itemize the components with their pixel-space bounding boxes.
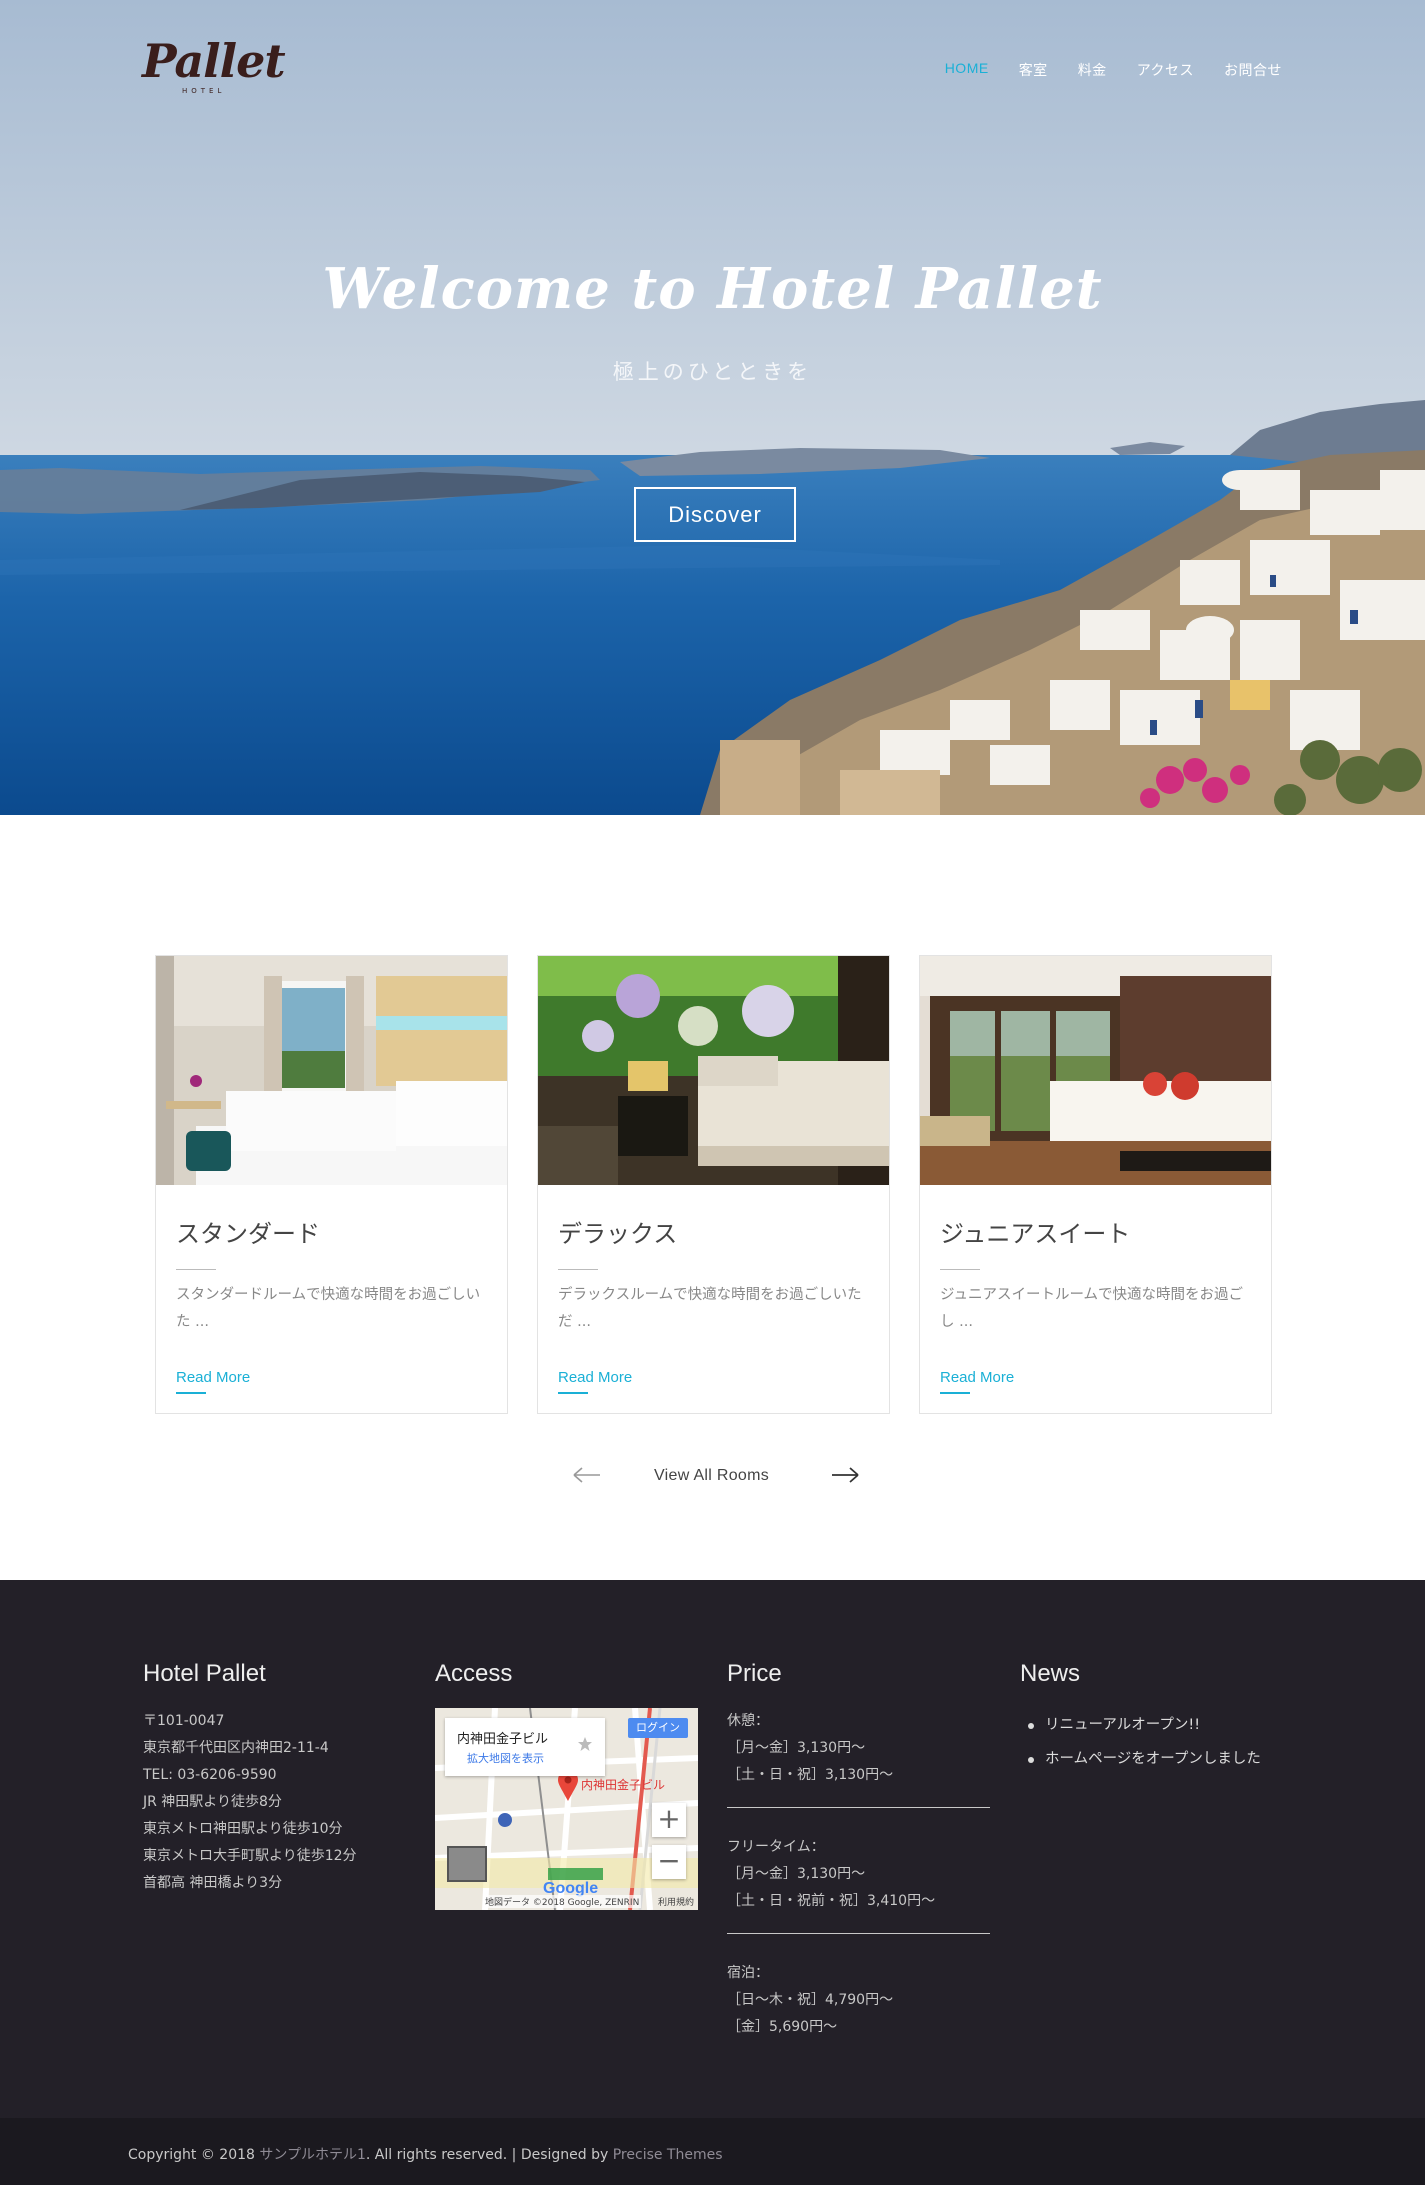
star-icon[interactable] [577,1736,593,1752]
hero-background-image [0,0,1425,815]
arrow-right-icon[interactable] [828,1460,862,1490]
price-row: ［土・日・祝前・祝］3,410円〜 [727,1893,936,1909]
room-photo-deluxe[interactable] [538,956,889,1185]
price-row: ［月〜金］3,130円〜 [727,1866,866,1882]
rooms-pager: View All Rooms [560,1460,870,1490]
divider [176,1269,216,1270]
link-underline [558,1392,588,1394]
footer-news: News リニューアルオープン!! ホームページをオープンしました [1020,1660,1261,1776]
copyright-text: Copyright © 2018 サンプルホテル1. All rights re… [128,2144,723,2164]
zoom-out-icon[interactable]: − [652,1845,686,1879]
room-description: デラックスルームで快適な時間をお過ごしいただ ... [558,1287,862,1330]
divider [558,1269,598,1270]
map-info-card: 内神田金子ビル 拡大地図を表示 [445,1718,605,1776]
zoom-in-icon[interactable]: + [652,1803,686,1837]
discover-button[interactable]: Discover [634,487,796,542]
view-all-rooms-link[interactable]: View All Rooms [654,1467,769,1485]
room-name: デラックス [558,1220,678,1248]
room-description: ジュニアスイートルームで快適な時間をお過ごし ... [940,1287,1244,1330]
hotel-logo[interactable]: Pallet HOTEL [142,34,286,100]
site-name-link[interactable]: サンプルホテル1 [259,2147,366,2163]
footer-price: Price 休憩： ［月〜金］3,130円〜 ［土・日・祝］3,130円〜 フリ… [727,1660,990,2059]
direction-line: JR 神田駅より徒歩8分 [143,1794,282,1810]
hero-subtitle: 極上のひとときを [612,360,813,384]
footer-news-title: News [1020,1660,1081,1687]
hero-banner: Pallet HOTEL HOME 客室 料金 アクセス お問合せ Welcom… [0,0,1425,815]
map-terms-link[interactable]: 利用規約 [658,1895,694,1908]
logo-text: Pallet [142,34,286,88]
link-underline [940,1392,970,1394]
price-row: ［土・日・祝］3,130円〜 [727,1767,894,1783]
direction-line: 首都高 神田橋より3分 [143,1875,283,1891]
nav-contact[interactable]: お問合せ [1224,60,1282,80]
address: 東京都千代田区内神田2-11-4 [143,1740,329,1756]
nav-price[interactable]: 料金 [1078,60,1107,80]
footer-about-title: Hotel Pallet [143,1660,266,1687]
logo-subtext: HOTEL [182,87,226,95]
room-card-deluxe[interactable]: デラックス デラックスルームで快適な時間をお過ごしいただ ... Read Mo… [537,955,890,1414]
main-nav: HOME 客室 料金 アクセス お問合せ [945,60,1282,80]
direction-line: 東京メトロ大手町駅より徒歩12分 [143,1848,357,1864]
read-more-link[interactable]: Read More [940,1369,1014,1386]
read-more-link[interactable]: Read More [558,1369,632,1386]
nav-access[interactable]: アクセス [1137,60,1194,80]
direction-line: 東京メトロ神田駅より徒歩10分 [143,1821,343,1837]
divider [727,1933,990,1934]
divider [940,1269,980,1270]
map-login-button[interactable]: ログイン [628,1718,688,1738]
phone: TEL: 03-6206-9590 [143,1767,277,1783]
room-card-junior-suite[interactable]: ジュニアスイート ジュニアスイートルームで快適な時間をお過ごし ... Read… [919,955,1272,1414]
price-block-freetime: フリータイム： ［月〜金］3,130円〜 ［土・日・祝前・祝］3,410円〜 [727,1834,990,1915]
access-map[interactable]: 内神田金子ビル 内神田金子ビル 拡大地図を表示 ログイン + − Google … [435,1708,698,1910]
postal-code: 〒101-0047 [143,1713,225,1729]
map-place-name: 内神田金子ビル [457,1732,549,1747]
hero-title: Welcome to Hotel Pallet [322,256,1103,322]
footer-price-title: Price [727,1660,782,1687]
room-card-standard[interactable]: スタンダード スタンダードルームで快適な時間をお過ごしいた ... Read M… [155,955,508,1414]
room-description: スタンダードルームで快適な時間をお過ごしいた ... [176,1287,481,1330]
footer-about: Hotel Pallet 〒101-0047 東京都千代田区内神田2-11-4 … [143,1660,357,1897]
news-item[interactable]: ホームページをオープンしました [1020,1742,1261,1776]
footer-access: Access [435,1660,512,1708]
arrow-left-icon[interactable] [570,1460,604,1490]
price-row: ［金］5,690円〜 [727,2019,838,2035]
news-item[interactable]: リニューアルオープン!! [1020,1708,1261,1742]
map-enlarge-link[interactable]: 拡大地図を表示 [467,1750,544,1766]
divider [727,1807,990,1808]
read-more-link[interactable]: Read More [176,1369,250,1386]
room-photo-junior-suite[interactable] [920,956,1271,1185]
nav-rooms[interactable]: 客室 [1019,60,1048,80]
price-label: 休憩： [727,1713,769,1729]
price-row: ［日〜木・祝］4,790円〜 [727,1992,894,2008]
room-name: ジュニアスイート [940,1220,1131,1248]
map-credit: 地図データ ©2018 Google, ZENRIN [483,1895,642,1908]
price-block-rest: 休憩： ［月〜金］3,130円〜 ［土・日・祝］3,130円〜 [727,1708,990,1789]
room-photo-standard[interactable] [156,956,507,1185]
copyright-middle: . All rights reserved. | Designed by [365,2147,613,2163]
copyright-prefix: Copyright © 2018 [128,2147,260,2163]
nav-home[interactable]: HOME [945,60,989,80]
designer-link[interactable]: Precise Themes [613,2147,723,2163]
room-name: スタンダード [176,1220,320,1248]
price-row: ［月〜金］3,130円〜 [727,1740,866,1756]
price-label: フリータイム： [727,1839,825,1855]
price-block-stay: 宿泊： ［日〜木・祝］4,790円〜 ［金］5,690円〜 [727,1960,990,2041]
price-label: 宿泊： [727,1965,769,1981]
link-underline [176,1392,206,1394]
news-list: リニューアルオープン!! ホームページをオープンしました [1020,1708,1261,1776]
map-pin-label: 内神田金子ビル [581,1778,666,1792]
footer-access-title: Access [435,1660,513,1687]
copyright-bar: Copyright © 2018 サンプルホテル1. All rights re… [0,2118,1425,2185]
